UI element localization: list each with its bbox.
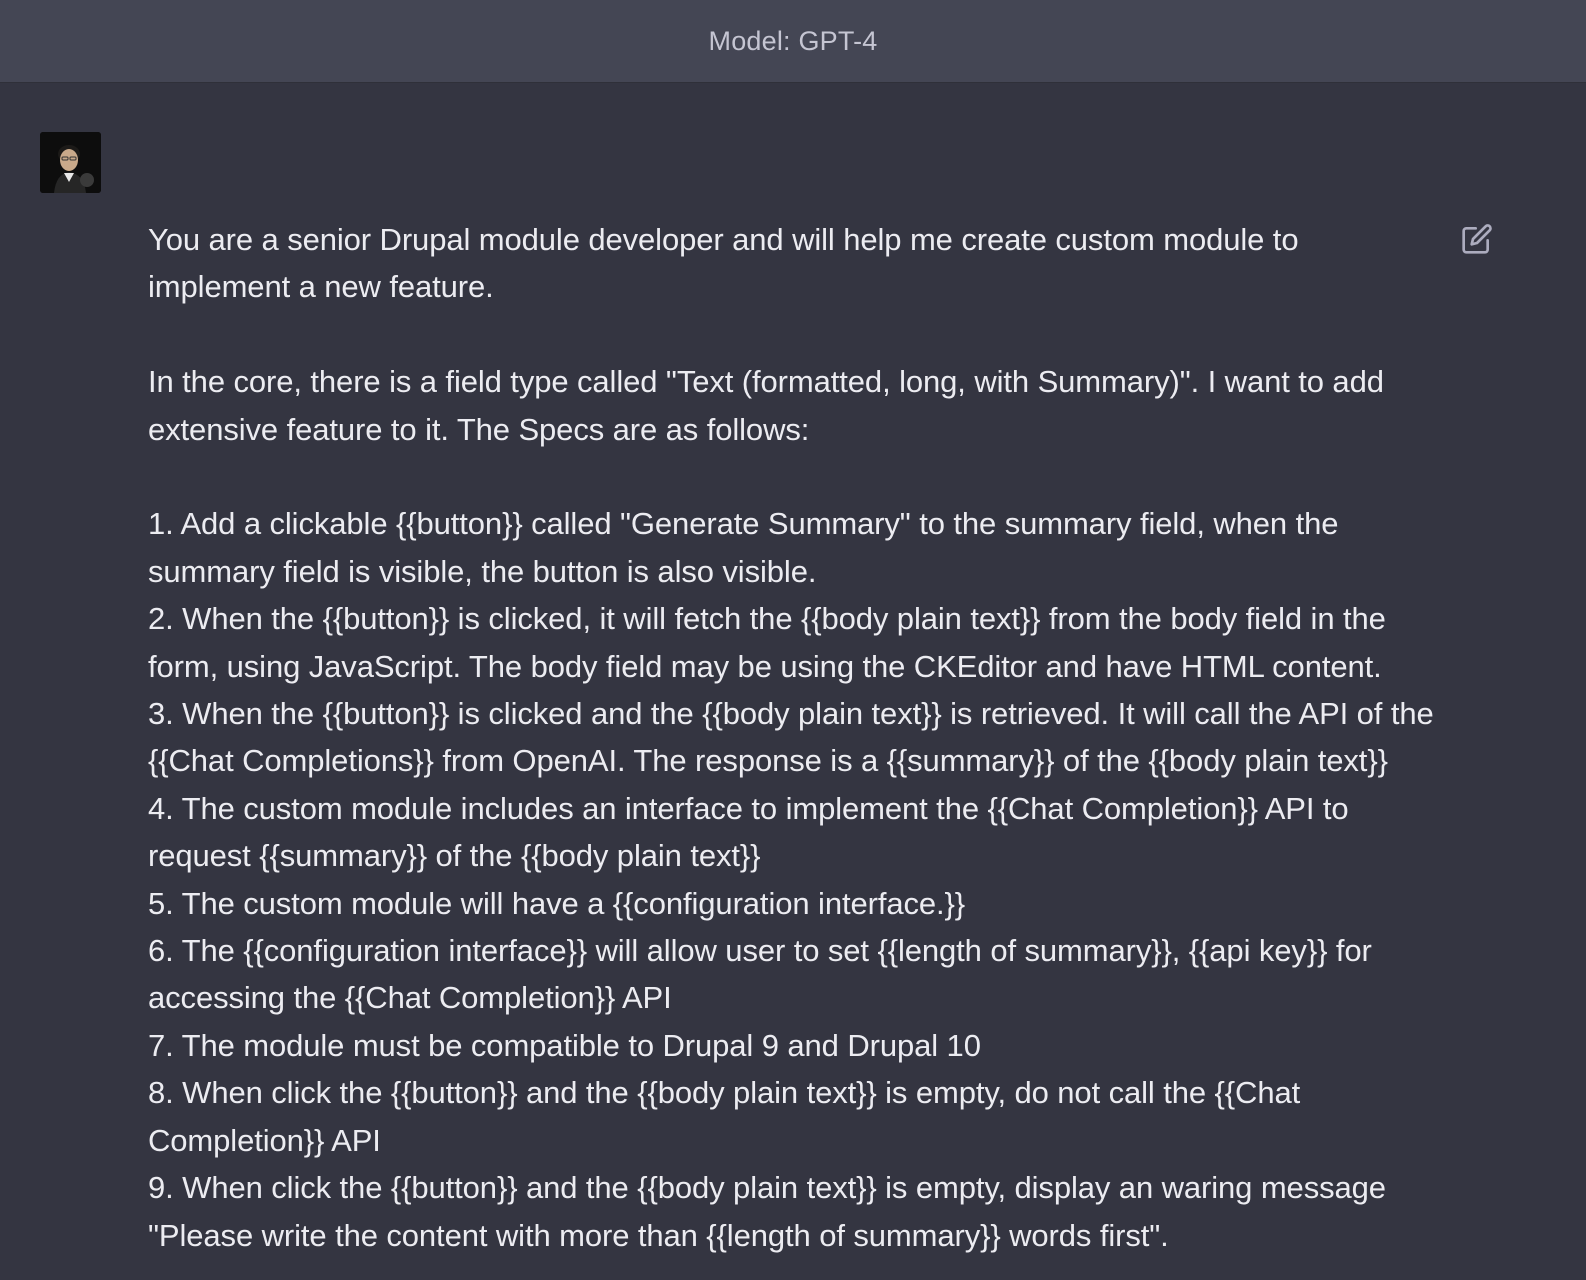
message-paragraph-intro: You are a senior Drupal module developer… [148, 222, 1299, 305]
user-avatar-photo-icon [40, 132, 101, 193]
edit-message-button[interactable] [1459, 221, 1495, 257]
message-paragraph-context: In the core, there is a field type calle… [148, 364, 1384, 447]
top-bar: Model: GPT-4 [0, 0, 1586, 83]
message-paragraph-specs: 1. Add a clickable {{button}} called "Ge… [148, 506, 1434, 1253]
edit-icon [1462, 224, 1492, 254]
message-content: You are a senior Drupal module developer… [148, 216, 1448, 1259]
user-message: You are a senior Drupal module developer… [0, 83, 1586, 1253]
user-avatar [40, 132, 101, 193]
model-label: Model: GPT-4 [708, 25, 878, 56]
